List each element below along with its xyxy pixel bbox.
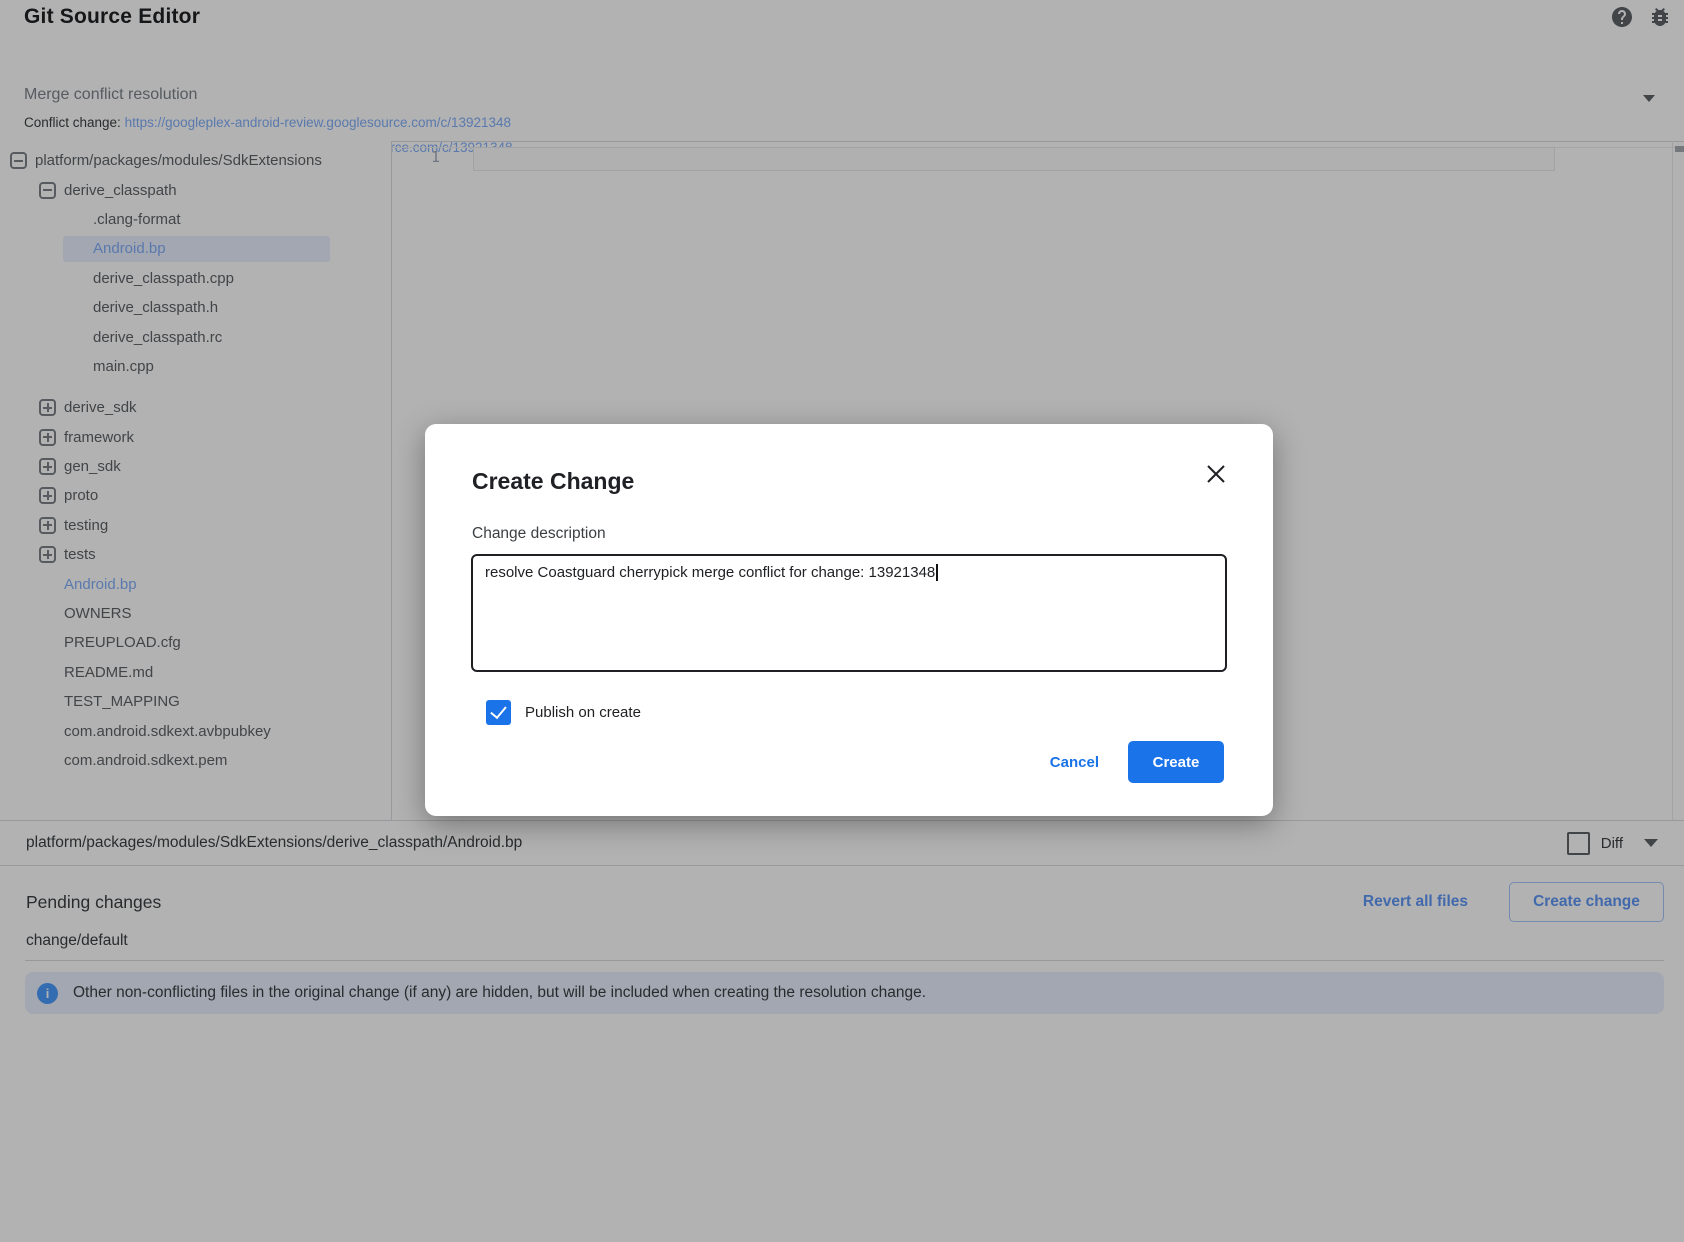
publish-on-create-label: Publish on create: [525, 704, 641, 721]
create-button[interactable]: Create: [1128, 741, 1224, 783]
cancel-button[interactable]: Cancel: [1050, 754, 1099, 771]
publish-on-create-row[interactable]: Publish on create: [486, 700, 641, 725]
change-description-input[interactable]: resolve Coastguard cherrypick merge conf…: [471, 554, 1227, 672]
change-description-label: Change description: [472, 525, 606, 543]
close-icon[interactable]: [1203, 461, 1229, 487]
change-description-value: resolve Coastguard cherrypick merge conf…: [485, 564, 935, 581]
text-cursor: [936, 564, 938, 581]
git-source-editor-page: Git Source Editor Merge conflict resolut…: [0, 0, 1684, 1242]
create-change-dialog: Create Change Change description resolve…: [425, 424, 1273, 816]
dialog-title: Create Change: [472, 468, 634, 495]
publish-checkbox-checked-icon[interactable]: [486, 700, 511, 725]
